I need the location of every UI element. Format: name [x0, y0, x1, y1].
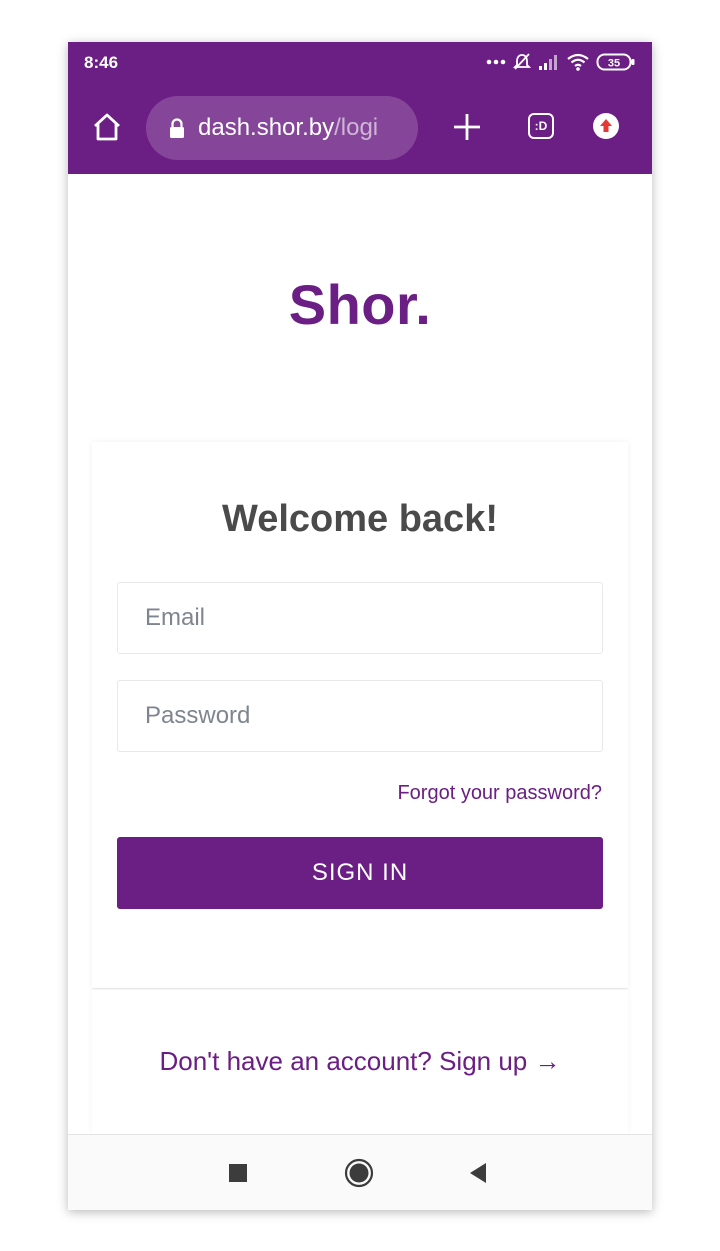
url-path: /logi: [334, 114, 379, 141]
tabs-icon[interactable]: :D: [528, 113, 554, 139]
battery-icon: 35: [596, 53, 635, 71]
address-bar[interactable]: dash.shor.by/logi: [146, 96, 418, 160]
status-bar: 8:46 35: [68, 42, 652, 84]
plus-icon[interactable]: [450, 110, 484, 144]
url-host: dash.shor.by: [198, 114, 335, 141]
status-icons: 35: [486, 51, 636, 73]
browser-top-bar: 8:46 35 dash.shor.by/logi:D: [68, 42, 652, 174]
android-nav-bar: [68, 1134, 652, 1210]
email-field[interactable]: [117, 582, 603, 654]
lock-icon: [170, 118, 184, 138]
mute-bell-icon: [512, 53, 532, 70]
sign-up-link[interactable]: Don't have an account? Sign up →: [92, 1046, 628, 1077]
sign-in-button[interactable]: SIGN IN: [117, 837, 603, 909]
forgot-password-link[interactable]: Forgot your password?: [397, 782, 602, 805]
square-icon[interactable]: [229, 1164, 247, 1182]
upload-icon[interactable]: [592, 112, 620, 140]
home-icon[interactable]: [90, 110, 124, 144]
login-card: Welcome back! Forgot your password? SIGN…: [92, 442, 628, 989]
back-triangle-icon[interactable]: [468, 1162, 488, 1184]
browser-toolbar: dash.shor.by/logi :D: [68, 94, 652, 162]
url-text: dash.shor.by/logi: [198, 114, 378, 142]
battery-level: 35: [608, 58, 620, 70]
brand-logo: Shor.: [288, 273, 432, 336]
wifi-icon: [567, 53, 589, 71]
status-time: 8:46: [84, 53, 119, 72]
page-title: Welcome back!: [222, 498, 498, 540]
signup-panel: Don't have an account? Sign up →: [92, 990, 628, 1135]
circle-icon[interactable]: [344, 1158, 374, 1188]
more-dots-icon: [486, 59, 506, 65]
password-field[interactable]: [117, 680, 603, 752]
signal-icon: [539, 55, 557, 70]
tab-badge: :D: [534, 119, 548, 133]
phone-screen: 8:46 35 dash.shor.by/logi:D Shor. Welco…: [68, 42, 652, 1210]
